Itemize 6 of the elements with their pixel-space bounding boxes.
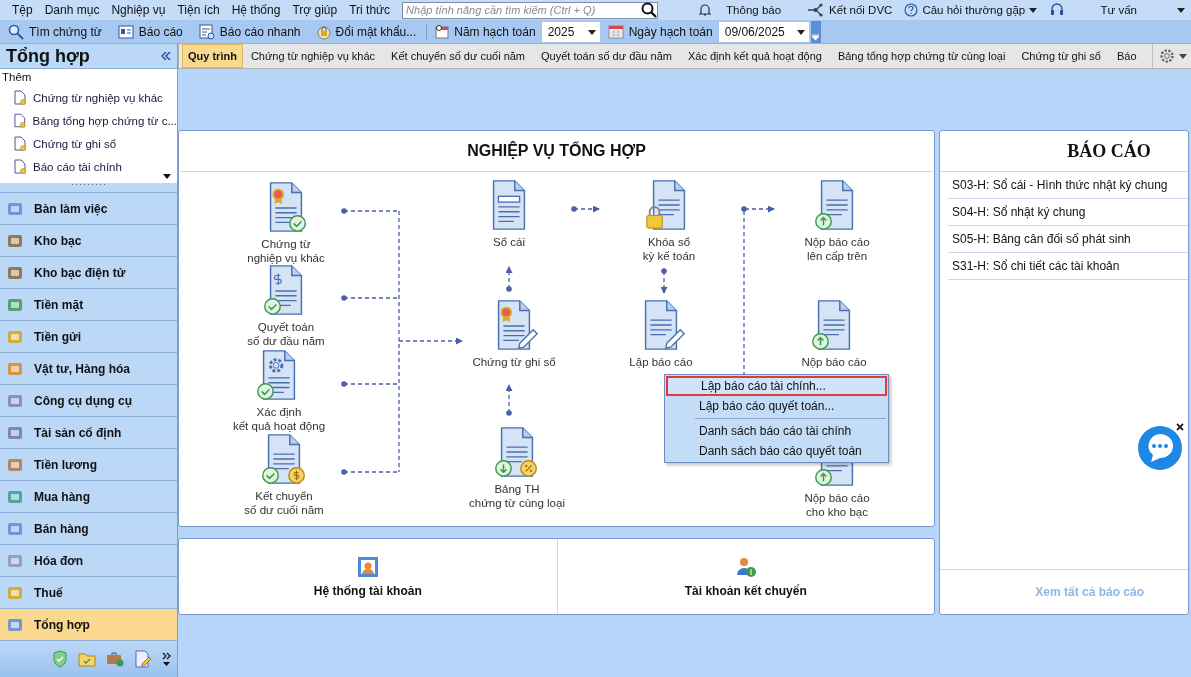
- more-label: Thêm: [2, 71, 33, 85]
- workflow-title: NGHIỆP VỤ TỔNG HỢP: [180, 131, 933, 172]
- panel-title: Tổng hợp: [6, 45, 90, 67]
- year-label: Năm hạch toán: [454, 25, 536, 39]
- reports-title: BÁO CÁO: [940, 131, 1188, 172]
- date-label: Ngày hạch toán: [628, 25, 713, 39]
